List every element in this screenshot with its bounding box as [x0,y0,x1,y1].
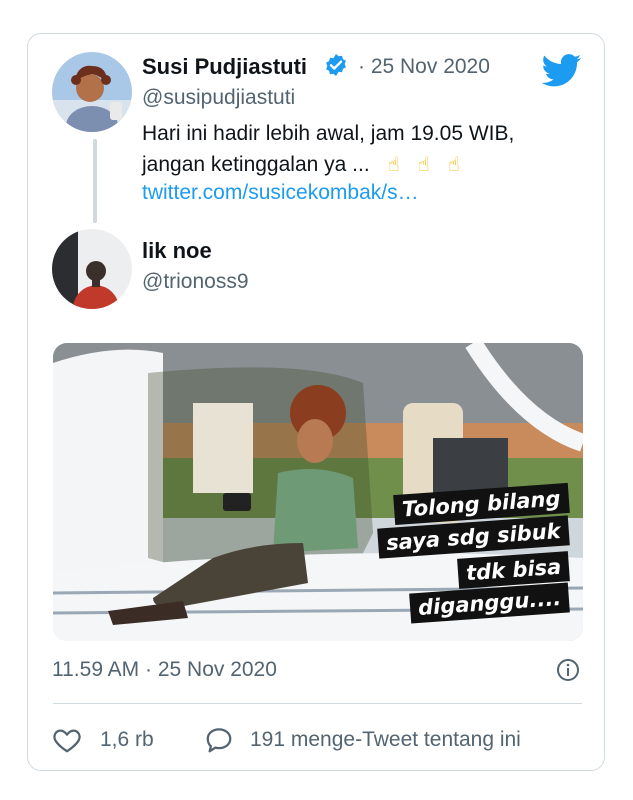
pointing-up-emoji: ☝ [447,154,460,176]
quoted-tweet-text-line1: Hari ini hadir lebih awal, jam 19.05 WIB… [142,122,515,145]
image-caption-line: diganggu.... [408,582,570,624]
thread-connector-line [93,139,97,223]
retweet-text: 191 menge-Tweet tentang ini [250,728,521,751]
tweet-timestamp[interactable]: 11.59 AM · 25 Nov 2020 [52,658,277,682]
retweet-info-button[interactable]: 191 menge-Tweet tentang ini [204,725,521,755]
heart-icon [53,729,81,753]
reply-author-name[interactable]: lik noe [142,238,212,264]
reply-author-handle[interactable]: @trionoss9 [142,270,249,294]
image-caption: Tolong bilang saya sdg sibuk tdk bisa di… [377,482,570,624]
quoted-tweet-text-line2-content: jangan ketinggalan ya ... [142,153,370,176]
speech-bubble-icon [206,728,232,753]
info-icon[interactable] [556,658,580,682]
quoted-tweet-link[interactable]: twitter.com/susicekombak/s… [142,181,419,205]
pointing-up-emoji: ☝ [387,154,400,176]
quoted-author-handle[interactable]: @susipudjiastuti [142,86,295,110]
quoted-tweet-text: Hari ini hadir lebih awal, jam 19.05 WIB… [142,118,514,181]
like-count: 1,6 rb [100,728,154,751]
quoted-tweet-date[interactable]: · 25 Nov 2020 [358,55,490,79]
quoted-author-name[interactable]: Susi Pudjiastuti [142,54,307,80]
twitter-bird-icon[interactable] [542,54,582,87]
avatar-lik-noe[interactable] [52,229,132,309]
pointing-up-emoji: ☝ [417,154,430,176]
verified-badge-icon [326,54,346,76]
footer-divider [53,703,582,704]
like-button[interactable]: 1,6 rb [52,725,154,755]
avatar-susi[interactable] [52,52,132,132]
tweet-image[interactable]: Tolong bilang saya sdg sibuk tdk bisa di… [53,343,583,641]
quoted-tweet-text-line2: jangan ketinggalan ya ... ☝ ☝ ☝ [142,149,514,181]
